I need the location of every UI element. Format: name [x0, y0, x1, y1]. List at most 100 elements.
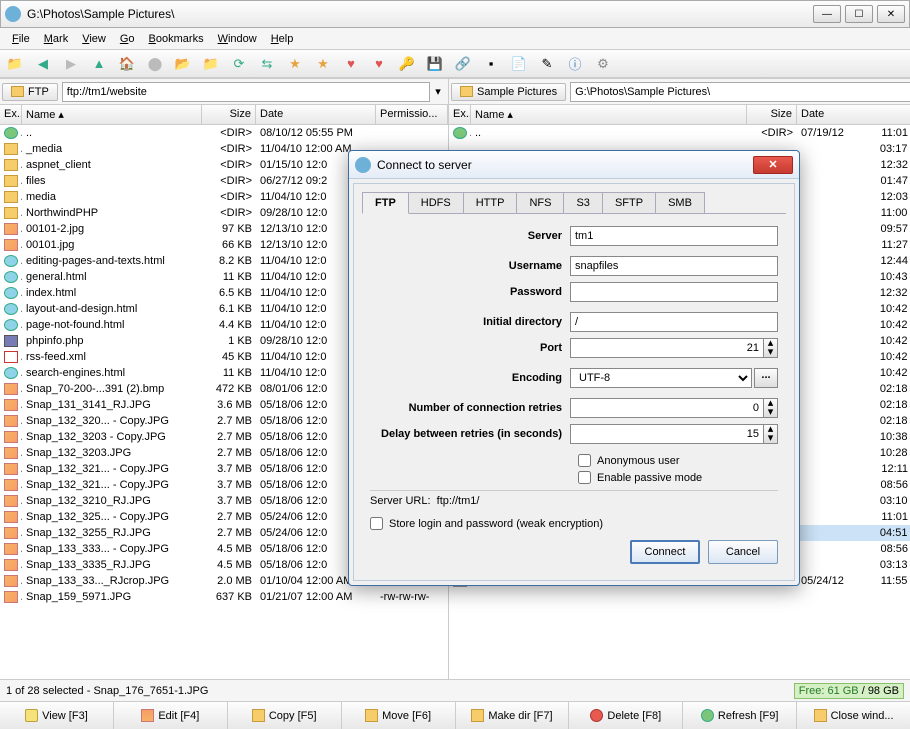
star-add-icon[interactable]: ★ [314, 55, 332, 73]
username-input[interactable] [570, 256, 778, 276]
col-date[interactable]: Date [797, 105, 910, 124]
server-input[interactable] [570, 226, 778, 246]
retries-spinner[interactable]: ▴▾ [764, 398, 778, 418]
left-column-headers[interactable]: Ex.. Name ▴ Size Date Permissio... [0, 105, 448, 125]
heart-icon[interactable]: ♥ [342, 55, 360, 73]
anonymous-checkbox[interactable] [578, 454, 591, 467]
right-path-input[interactable] [570, 82, 910, 102]
file-time: 11:01 AM [871, 511, 910, 523]
password-input[interactable] [570, 282, 778, 302]
delay-spinner[interactable]: ▴▾ [764, 424, 778, 444]
up-icon[interactable]: ▲ [90, 55, 108, 73]
file-time: 12:44 AM [871, 255, 910, 267]
mkdir-button[interactable]: Make dir [F7] [456, 702, 570, 729]
file-time: 10:42 PM [871, 367, 910, 379]
sheet-icon[interactable]: 📄 [510, 55, 528, 73]
col-name[interactable]: Name ▴ [22, 105, 202, 124]
file-name: Snap_70-200-...391 (2).bmp [22, 383, 202, 395]
folder-icon[interactable]: 📁 [202, 55, 220, 73]
encoding-more-button[interactable]: ... [754, 368, 778, 388]
menu-view[interactable]: View [76, 31, 112, 47]
view-icon [25, 709, 38, 722]
back-icon[interactable]: ◀ [34, 55, 52, 73]
menu-file[interactable]: File [6, 31, 36, 47]
tab-ftp[interactable]: FTP [362, 192, 409, 214]
file-row[interactable]: ..<DIR>08/10/12 05:55 PM [0, 125, 448, 141]
info-icon[interactable]: ⓘ [566, 55, 584, 73]
close-button[interactable]: Close wind... [797, 702, 910, 729]
minimize-button[interactable]: ― [813, 5, 841, 23]
dropdown-icon[interactable]: ▾ [430, 85, 446, 98]
left-path-input[interactable] [62, 82, 430, 102]
folder-new-icon[interactable]: 📁 [6, 55, 24, 73]
store-login-checkbox[interactable] [370, 517, 383, 530]
tab-hdfs[interactable]: HDFS [408, 192, 464, 213]
key-icon[interactable]: 🔑 [398, 55, 416, 73]
tab-s3[interactable]: S3 [563, 192, 602, 213]
file-time: 11:55 PM [871, 575, 910, 587]
initdir-input[interactable] [570, 312, 778, 332]
connect-button[interactable]: Connect [630, 540, 700, 564]
close-button[interactable]: ✕ [877, 5, 905, 23]
img-icon [4, 431, 18, 443]
col-ext[interactable]: Ex.. [449, 105, 471, 124]
link-icon[interactable]: 🔗 [454, 55, 472, 73]
dialog-close-button[interactable]: ✕ [753, 156, 793, 174]
disk-icon[interactable]: 💾 [426, 55, 444, 73]
passive-checkbox[interactable] [578, 471, 591, 484]
col-name[interactable]: Name ▴ [471, 105, 747, 124]
col-size[interactable]: Size [747, 105, 797, 124]
terminal-icon[interactable]: ▪ [482, 55, 500, 73]
port-input[interactable] [570, 338, 764, 358]
username-label: Username [370, 260, 570, 272]
del-button[interactable]: Delete [F8] [569, 702, 683, 729]
file-date: 01/21/07 12:00 AM [256, 591, 376, 603]
right-column-headers[interactable]: Ex.. Name ▴ Size Date Per... [449, 105, 910, 125]
tab-nfs[interactable]: NFS [516, 192, 564, 213]
col-date[interactable]: Date [256, 105, 376, 124]
file-row[interactable]: ..<DIR>07/19/1211:01 AM [449, 125, 910, 141]
file-time: 10:38 PM [871, 431, 910, 443]
menu-go[interactable]: Go [114, 31, 141, 47]
refresh-icon[interactable]: ⟳ [230, 55, 248, 73]
file-name: index.html [22, 287, 202, 299]
col-ext[interactable]: Ex.. [0, 105, 22, 124]
heart-add-icon[interactable]: ♥ [370, 55, 388, 73]
open-icon[interactable]: 📂 [174, 55, 192, 73]
edit-button[interactable]: Edit [F4] [114, 702, 228, 729]
maximize-button[interactable]: ☐ [845, 5, 873, 23]
file-size: 8.2 KB [202, 255, 256, 267]
gear-icon[interactable]: ⚙ [594, 55, 612, 73]
copy-button[interactable]: Copy [F5] [228, 702, 342, 729]
wand-icon[interactable]: ✎ [538, 55, 556, 73]
img-icon [4, 447, 18, 459]
cancel-button[interactable]: Cancel [708, 540, 778, 564]
tab-smb[interactable]: SMB [655, 192, 705, 213]
sync-icon[interactable]: ⇆ [258, 55, 276, 73]
left-drive-badge[interactable]: FTP [2, 83, 58, 101]
menu-bookmarks[interactable]: Bookmarks [143, 31, 210, 47]
tab-http[interactable]: HTTP [463, 192, 518, 213]
col-perm[interactable]: Permissio... [376, 105, 448, 124]
file-row[interactable]: Snap_159_5971.JPG637 KB01/21/07 12:00 AM… [0, 589, 448, 605]
star-icon[interactable]: ★ [286, 55, 304, 73]
view-button[interactable]: View [F3] [0, 702, 114, 729]
retries-input[interactable] [570, 398, 764, 418]
anonymous-label: Anonymous user [597, 455, 680, 467]
refresh-button[interactable]: Refresh [F9] [683, 702, 797, 729]
menu-help[interactable]: Help [265, 31, 300, 47]
right-drive-badge[interactable]: Sample Pictures [451, 83, 566, 101]
port-spinner[interactable]: ▴▾ [764, 338, 778, 358]
col-size[interactable]: Size [202, 105, 256, 124]
tab-sftp[interactable]: SFTP [602, 192, 656, 213]
encoding-select[interactable]: UTF-8 [570, 368, 752, 388]
menu-mark[interactable]: Mark [38, 31, 74, 47]
file-time: 11:01 AM [871, 127, 910, 139]
dialog-titlebar[interactable]: Connect to server ✕ [349, 151, 799, 179]
delay-input[interactable] [570, 424, 764, 444]
file-time: 08:56 AM [871, 543, 910, 555]
file-time: 10:42 PM [871, 335, 910, 347]
menu-window[interactable]: Window [212, 31, 263, 47]
home-icon[interactable]: 🏠 [118, 55, 136, 73]
move-button[interactable]: Move [F6] [342, 702, 456, 729]
